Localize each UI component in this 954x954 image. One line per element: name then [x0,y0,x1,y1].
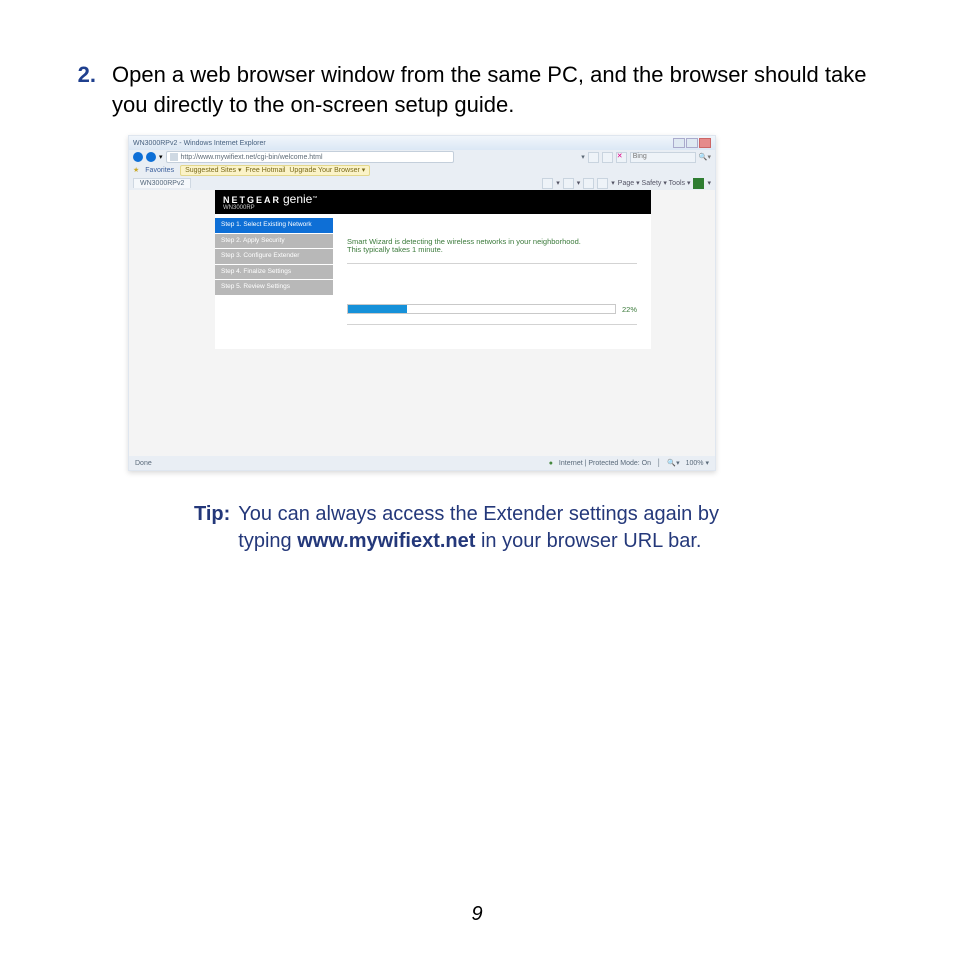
refresh-icon[interactable] [588,152,599,163]
ie-toolbar: ▾ ▾ ▾ Page ▾ Safety ▾ Tools ▾ ▾ [542,178,711,189]
back-icon[interactable] [133,152,143,162]
wizard-step-3[interactable]: Step 3. Configure Extender [215,249,333,265]
globe-icon: ● [549,460,553,467]
tip-text: You can always access the Extender setti… [238,501,754,555]
wizard-step-1[interactable]: Step 1. Select Existing Network [215,218,333,234]
url-dropdown-icon[interactable]: ▾ [581,154,585,161]
favorites-bar: ★ Favorites Suggested Sites ▾ Free Hotma… [129,164,715,176]
page-icon [170,153,178,161]
instruction-step: 2. Open a web browser window from the sa… [68,60,886,119]
wizard-step-2[interactable]: Step 2. Apply Security [215,234,333,250]
page-body: NETGEAR genie™ WN3000RP Step 1. Select E… [129,190,715,456]
divider [347,324,637,325]
close-button[interactable] [699,138,711,148]
tip-label: Tip: [194,501,230,555]
dropdown-icon[interactable]: ▾ [159,154,163,161]
window-titlebar: WN3000RPv2 - Windows Internet Explorer [129,136,715,150]
zoom-icon[interactable]: 🔍▾ [667,460,679,467]
print-icon[interactable] [597,178,608,189]
forward-icon[interactable] [146,152,156,162]
step-text: Open a web browser window from the same … [112,60,886,119]
url-text: http://www.mywifiext.net/cgi-bin/welcome… [181,154,323,161]
upgrade-browser-link[interactable]: Upgrade Your Browser ▾ [289,167,365,174]
search-input[interactable]: Bing [630,152,696,163]
browser-screenshot: WN3000RPv2 - Windows Internet Explorer ▾… [128,135,716,471]
progress-bar [347,304,616,314]
home-icon[interactable] [542,178,553,189]
toolbar-menus[interactable]: Page ▾ Safety ▾ Tools ▾ [618,180,691,187]
mail-icon[interactable] [583,178,594,189]
wizard-step-4[interactable]: Step 4. Finalize Settings [215,265,333,281]
window-buttons [672,138,711,148]
document-page: 2. Open a web browser window from the sa… [0,0,954,954]
right-gutter [651,190,715,456]
favorites-star-icon[interactable]: ★ [133,167,139,174]
status-left: Done [135,460,152,467]
minimize-button[interactable] [673,138,685,148]
browser-tab[interactable]: WN3000RPv2 [133,178,191,188]
compat-icon[interactable] [602,152,613,163]
tip-block: Tip: You can always access the Extender … [194,501,754,555]
progress-fill [348,305,407,313]
brand-model: WN3000RP [223,205,317,211]
favorites-label: Favorites [145,167,174,174]
progress-percent: 22% [622,306,637,314]
status-mode: Internet | Protected Mode: On [559,460,651,467]
url-input[interactable]: http://www.mywifiext.net/cgi-bin/welcome… [166,151,454,163]
wizard-step-5[interactable]: Step 5. Review Settings [215,280,333,296]
help-icon[interactable] [693,178,704,189]
left-gutter [129,190,215,456]
tip-url: www.mywifiext.net [297,530,475,552]
status-bar: Done ● Internet | Protected Mode: On │ 🔍… [129,456,715,470]
maximize-button[interactable] [686,138,698,148]
tab-strip: WN3000RPv2 ▾ ▾ ▾ Page ▾ Safety ▾ Tools ▾… [129,176,715,190]
free-hotmail-link[interactable]: Free Hotmail [245,167,285,174]
favorites-pill[interactable]: Suggested Sites ▾ Free Hotmail Upgrade Y… [180,165,370,176]
search-icon[interactable]: 🔍▾ [699,154,711,161]
status-zoom[interactable]: 100% ▾ [686,460,709,467]
brand-header: NETGEAR genie™ WN3000RP [215,190,651,214]
wizard-content: Smart Wizard is detecting the wireless n… [333,214,651,349]
feeds-icon[interactable] [563,178,574,189]
status-divider: │ [657,460,661,467]
wizard-message-2: This typically takes 1 minute. [347,246,637,254]
page-number: 9 [0,903,954,926]
divider [347,263,637,264]
brand-product: genie [283,192,312,206]
suggested-sites-link[interactable]: Suggested Sites ▾ [185,167,241,174]
address-bar-row: ▾ http://www.mywifiext.net/cgi-bin/welco… [129,150,715,164]
wizard-steps: Step 1. Select Existing Network Step 2. … [215,214,333,349]
window-title: WN3000RPv2 - Windows Internet Explorer [133,140,266,147]
step-number: 2. [68,60,96,119]
stop-icon[interactable]: ✕ [616,152,627,163]
brand-name: NETGEAR [223,195,281,205]
